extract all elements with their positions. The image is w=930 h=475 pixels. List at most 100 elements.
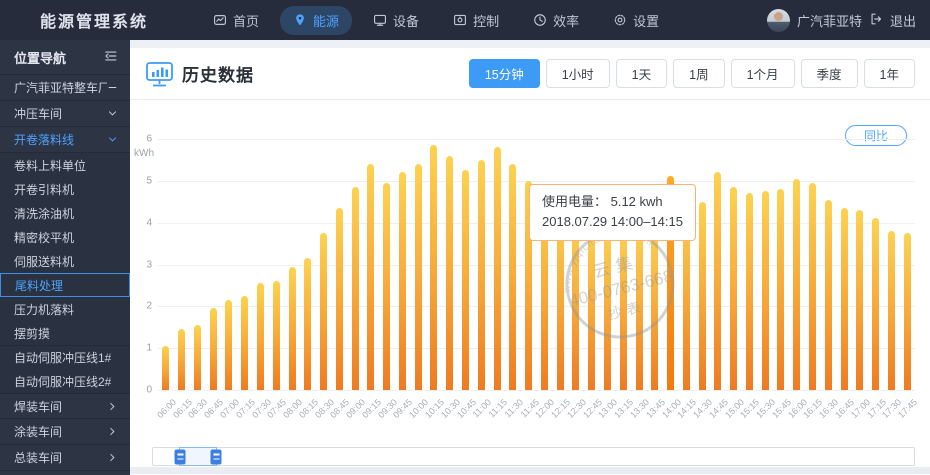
nav-item-settings[interactable]: 设置 [600, 6, 672, 35]
bar-06:30[interactable] [194, 325, 201, 390]
time-range-button-1[interactable]: 1小时 [546, 59, 610, 88]
tooltip-value: 使用电量： 5.12 kwh [542, 192, 683, 212]
bar-17:30[interactable] [888, 231, 895, 390]
bar-17:15[interactable] [872, 218, 879, 390]
sidebar-item-leveler[interactable]: 精密校平机 [0, 225, 130, 249]
bar-16:15[interactable] [809, 183, 816, 390]
bar-09:30[interactable] [383, 183, 390, 390]
user-name: 广汽菲亚特 [797, 11, 862, 30]
sidebar-item-assembly-shop[interactable]: 总装车间 [0, 445, 130, 471]
bar-15:30[interactable] [762, 191, 769, 390]
bar-08:00[interactable] [289, 267, 296, 390]
bottom-strip [130, 467, 930, 474]
sidebar-item-scrap-handling[interactable]: 尾料处理 [0, 273, 130, 297]
sidebar-item-uncoiling-line[interactable]: 开卷落料线 [0, 127, 130, 153]
sidebar-item-swing-shear[interactable]: 摆剪摸 [0, 321, 130, 345]
bar-12:45[interactable] [588, 229, 595, 390]
bar-11:00[interactable] [478, 160, 485, 390]
logout-button[interactable]: 退出 [890, 11, 916, 30]
sidebar-item-label: 涂装车间 [14, 423, 62, 440]
gear-icon [613, 13, 627, 27]
control-screen-icon [453, 13, 467, 27]
bar-13:15[interactable] [620, 229, 627, 390]
chevron-down-icon [107, 134, 118, 145]
sidebar-item-label: 卷料上料单位 [14, 157, 86, 174]
time-range-button-0[interactable]: 15分钟 [469, 59, 540, 88]
bar-16:45[interactable] [841, 208, 848, 390]
bar-07:45[interactable] [273, 281, 280, 390]
bar-13:45[interactable] [651, 227, 658, 390]
nav-item-label: 设备 [393, 11, 419, 30]
time-range-button-4[interactable]: 1个月 [731, 59, 795, 88]
nav-item-devices[interactable]: 设备 [360, 6, 432, 35]
bar-10:00[interactable] [415, 164, 422, 390]
bar-11:30[interactable] [509, 164, 516, 390]
bar-10:45[interactable] [462, 170, 469, 390]
bar-13:00[interactable] [604, 231, 611, 390]
nav-item-energy[interactable]: 能源 [280, 6, 352, 35]
bar-15:00[interactable] [730, 187, 737, 390]
sidebar-item-servo-feeder[interactable]: 伺服送料机 [0, 249, 130, 273]
bar-14:45[interactable] [714, 172, 721, 390]
bar-06:45[interactable] [210, 308, 217, 390]
nav-item-control[interactable]: 控制 [440, 6, 512, 35]
bar-14:30[interactable] [699, 202, 706, 390]
sidebar-item-uncoiler[interactable]: 开卷引料机 [0, 177, 130, 201]
bar-08:30[interactable] [320, 233, 327, 390]
sidebar-item-coil-loading[interactable]: 卷料上料单位 [0, 153, 130, 177]
bar-16:30[interactable] [825, 200, 832, 390]
chevron-right-icon [107, 426, 118, 437]
time-range-button-3[interactable]: 1周 [673, 59, 724, 88]
collapse-sidebar-icon[interactable] [104, 49, 118, 66]
nav-item-efficiency[interactable]: 效率 [520, 6, 592, 35]
bar-12:30[interactable] [572, 218, 579, 390]
nav-item-label: 能源 [313, 11, 339, 30]
monitor-chart-icon [145, 61, 174, 88]
bar-09:00[interactable] [352, 187, 359, 390]
sidebar-item-press-blanking[interactable]: 压力机落料 [0, 297, 130, 321]
sidebar-item-label: 开卷落料线 [14, 131, 74, 148]
bar-08:45[interactable] [336, 208, 343, 390]
bar-09:15[interactable] [367, 164, 374, 390]
nav-item-home[interactable]: 首页 [200, 6, 272, 35]
sidebar-item-welding-shop[interactable]: 焊装车间 [0, 393, 130, 419]
datazoom-slider[interactable] [152, 447, 915, 466]
datazoom-right-handle[interactable] [211, 449, 222, 464]
time-range-button-6[interactable]: 1年 [864, 59, 915, 88]
time-range-button-2[interactable]: 1天 [616, 59, 667, 88]
datazoom-left-handle[interactable] [175, 449, 186, 464]
bar-07:00[interactable] [225, 300, 232, 390]
sidebar-item-painting-shop[interactable]: 涂装车间 [0, 419, 130, 445]
bar-10:30[interactable] [446, 156, 453, 390]
gridline [158, 181, 915, 182]
bar-10:15[interactable] [430, 145, 437, 390]
bar-06:00[interactable] [162, 346, 169, 390]
user-avatar[interactable] [767, 9, 790, 32]
bar-17:00[interactable] [856, 210, 863, 390]
y-axis-tick-label: 5 [146, 175, 152, 186]
datazoom-window[interactable] [179, 447, 217, 466]
sidebar-item-label: 精密校平机 [14, 229, 74, 246]
bar-16:00[interactable] [793, 179, 800, 390]
bar-17:45[interactable] [904, 233, 911, 390]
bar-08:15[interactable] [304, 258, 311, 390]
bar-11:15[interactable] [494, 147, 501, 390]
time-range-button-5[interactable]: 季度 [801, 59, 858, 88]
time-range-group: 15分钟1小时1天1周1个月季度1年 [469, 59, 915, 88]
bar-07:15[interactable] [241, 296, 248, 390]
minus-icon [107, 82, 118, 93]
y-axis-tick-label: 3 [146, 259, 152, 270]
bar-07:30[interactable] [257, 283, 264, 390]
sidebar-item-servo-press-2[interactable]: 自动伺服冲压线2# [0, 369, 130, 393]
bar-15:15[interactable] [746, 193, 753, 390]
sidebar-item-label: 压力机落料 [14, 301, 74, 318]
sidebar-item-stamping-shop[interactable]: 冲压车间 [0, 101, 130, 127]
bar-13:30[interactable] [636, 227, 643, 390]
sidebar-item-factory-root[interactable]: 广汽菲亚特整车厂 [0, 75, 130, 101]
bar-15:45[interactable] [777, 189, 784, 390]
bar-09:45[interactable] [399, 172, 406, 390]
sidebar-item-servo-press-1[interactable]: 自动伺服冲压线1# [0, 345, 130, 369]
bar-06:15[interactable] [178, 329, 185, 390]
monitor-icon [373, 13, 387, 27]
sidebar-item-washer-oiler[interactable]: 清洗涂油机 [0, 201, 130, 225]
